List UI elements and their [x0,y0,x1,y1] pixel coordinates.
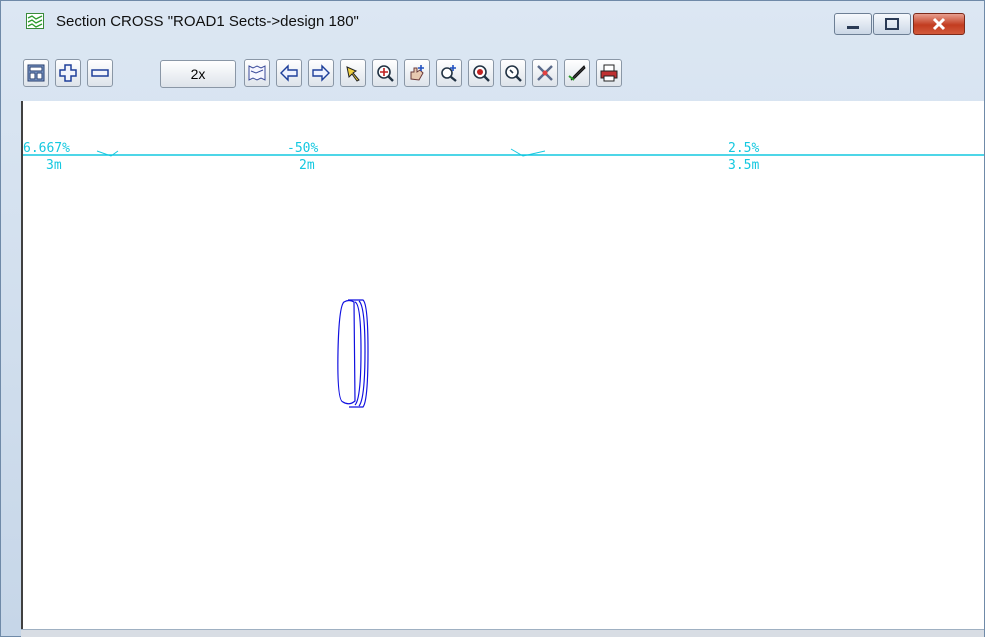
section-button[interactable] [244,59,270,87]
zoom-button[interactable] [500,59,526,87]
zoom-icon [505,65,522,82]
pick-button[interactable] [340,59,366,87]
zoom-extent-icon [473,65,490,82]
layout-button[interactable] [23,59,49,87]
minimize-button[interactable] [834,13,872,35]
close-button[interactable] [913,13,965,35]
zoom-in-button[interactable] [436,59,462,87]
toolbar: 2x [23,56,983,92]
close-icon [932,17,946,31]
pan-button[interactable] [404,59,430,87]
section-icon [248,65,266,81]
print-icon [600,64,618,82]
pan-hand-icon [410,65,424,81]
section-app-icon [26,13,44,29]
section-window: Section CROSS "ROAD1 Sects->design 180" … [0,0,985,637]
remove-button[interactable] [87,59,113,87]
arrow-left-icon [280,64,298,82]
pen-icon [568,65,586,81]
previous-button[interactable] [276,59,302,87]
arrow-right-icon [312,64,330,82]
grade-label-left: 6.667% [23,141,70,156]
pick-icon [346,66,360,82]
width-label-left: 3m [46,158,62,173]
status-bar [21,629,984,637]
grade-label-right: 2.5% [728,141,759,156]
zoom-2x-button[interactable]: 2x [160,60,236,88]
grade-label-middle: -50% [287,141,318,156]
print-button[interactable] [596,59,622,87]
section-drawing: 6.667% 3m -50% 2m 2.5% 3.5m [23,141,984,408]
title-bar[interactable]: Section CROSS "ROAD1 Sects->design 180" [1,1,984,41]
maximize-button[interactable] [873,13,911,35]
add-button[interactable] [55,59,81,87]
pen-button[interactable] [564,59,590,87]
next-button[interactable] [308,59,334,87]
cylinder-object [337,299,369,408]
window-title: Section CROSS "ROAD1 Sects->design 180" [56,13,359,30]
minimize-icon [847,26,859,29]
tools-icon [537,65,553,81]
width-label-middle: 2m [299,158,315,173]
width-label-right: 3.5m [728,158,759,173]
zoom-in-icon [441,65,457,82]
zoom-target-button[interactable] [372,59,398,87]
zoom-target-icon [377,65,394,82]
layout-icon [27,64,45,82]
plus-icon [59,64,77,82]
minus-icon [91,69,109,77]
zoom-extent-button[interactable] [468,59,494,87]
tools-button[interactable] [532,59,558,87]
section-view-canvas[interactable]: 6.667% 3m -50% 2m 2.5% 3.5m [21,101,984,629]
maximize-icon [885,18,899,30]
